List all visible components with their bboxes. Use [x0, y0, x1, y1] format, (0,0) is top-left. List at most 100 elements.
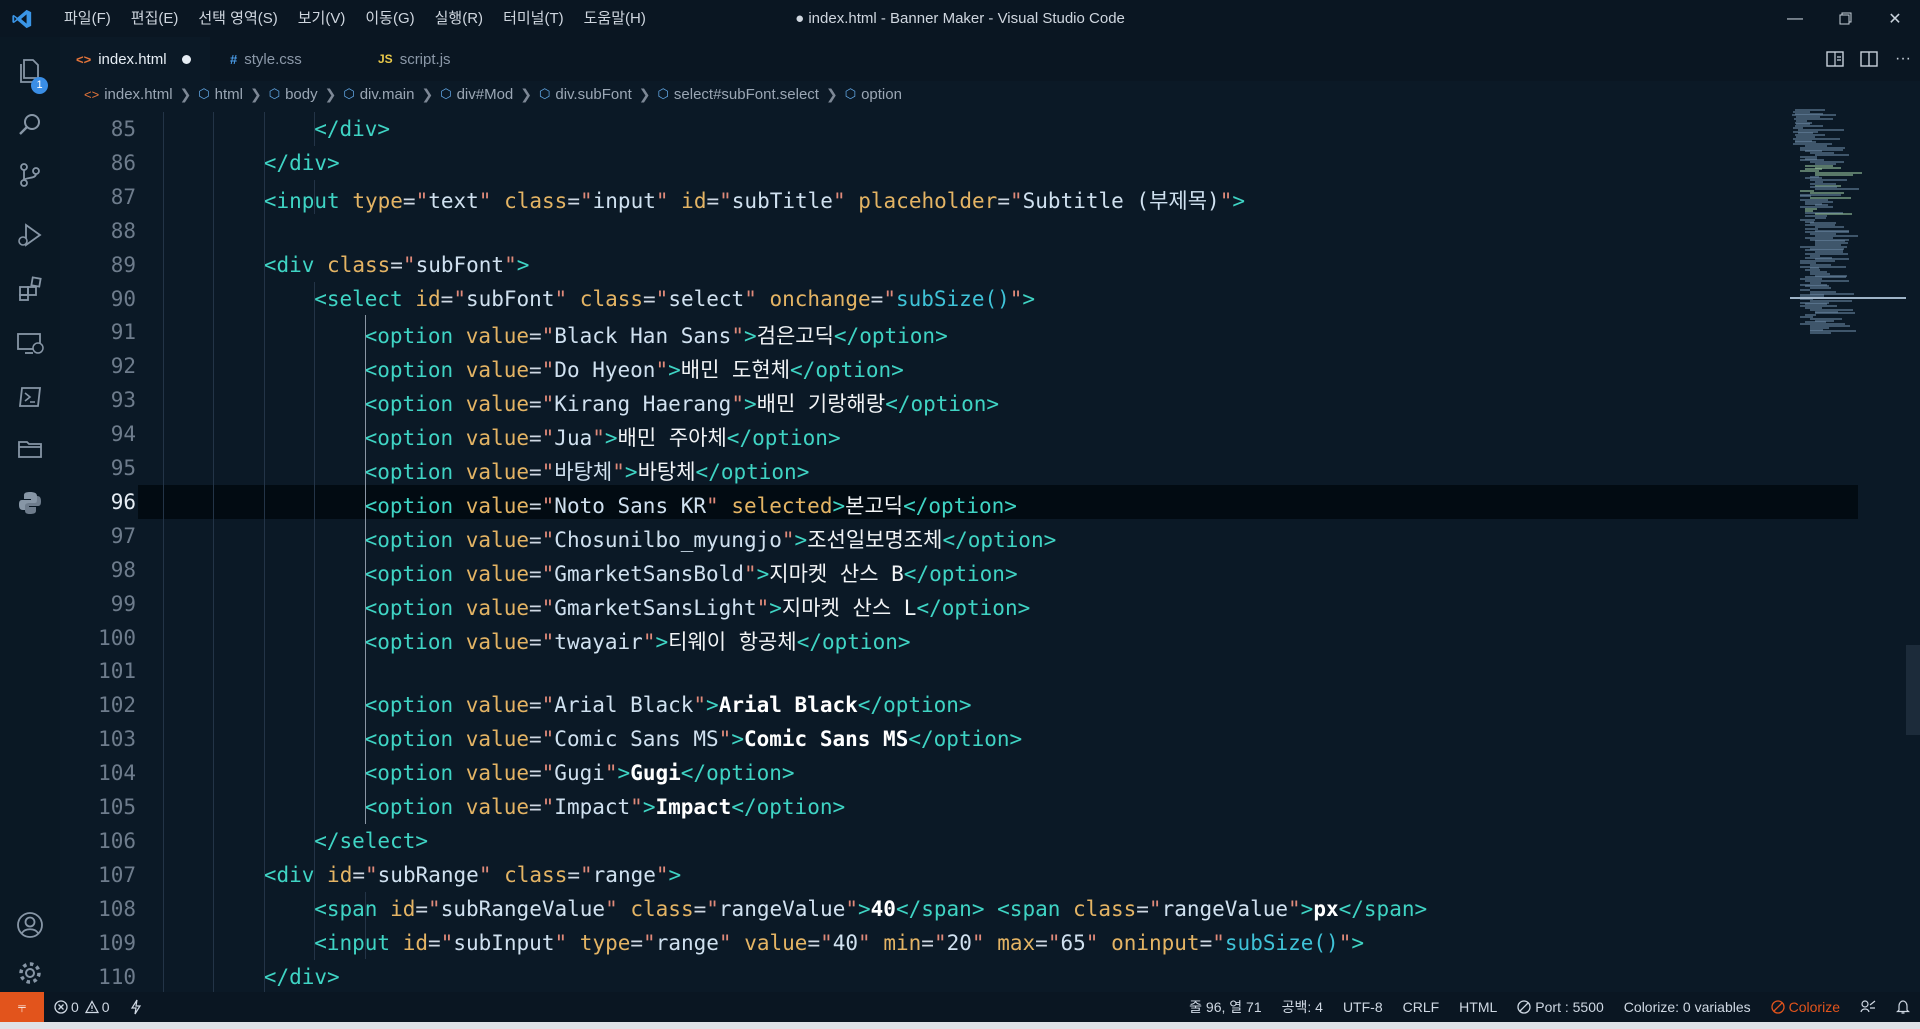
- code-line[interactable]: 101: [60, 654, 1780, 688]
- code-text: </div>: [314, 117, 391, 141]
- close-button[interactable]: ✕: [1870, 0, 1920, 37]
- tab-label: index.html: [98, 51, 167, 68]
- breadcrumb-item[interactable]: ⬡ select#subFont.select: [658, 86, 819, 103]
- accounts-icon[interactable]: [0, 899, 60, 951]
- line-number: 95: [110, 456, 136, 480]
- minimap[interactable]: [1790, 107, 1906, 992]
- menu-run[interactable]: 실행(R): [425, 0, 493, 37]
- notifications-bell-icon[interactable]: [1886, 999, 1920, 1015]
- error-count: 0: [71, 999, 79, 1015]
- remote-explorer-icon[interactable]: [0, 317, 60, 369]
- code-line[interactable]: 100: [60, 621, 1780, 655]
- breadcrumb-item[interactable]: ⬡ div.main: [343, 86, 414, 103]
- end-of-line[interactable]: CRLF: [1393, 999, 1450, 1015]
- code-text: <option value="Impact">Impact</option>: [364, 795, 846, 819]
- chevron-right-icon: ❯: [421, 85, 434, 102]
- line-number: 102: [98, 693, 136, 718]
- explorer-icon[interactable]: 1: [0, 45, 60, 97]
- minimap-viewport[interactable]: [1790, 297, 1906, 299]
- tab-script-js[interactable]: JS script.js: [360, 37, 510, 81]
- breadcrumb-item[interactable]: <> index.html: [84, 86, 173, 103]
- code-text: </div>: [263, 964, 340, 989]
- minimap-line: [1815, 154, 1850, 156]
- encoding[interactable]: UTF-8: [1333, 999, 1393, 1015]
- code-line[interactable]: 104: [60, 756, 1780, 790]
- source-control-icon[interactable]: [0, 149, 60, 201]
- chevron-right-icon: ❯: [520, 85, 532, 102]
- minimap-line: [1810, 332, 1832, 335]
- code-text: </div>: [263, 150, 340, 175]
- code-line[interactable]: 95: [60, 451, 1780, 485]
- restore-button[interactable]: [1820, 0, 1870, 37]
- extensions-icon[interactable]: [0, 263, 60, 315]
- chevron-right-icon: ❯: [638, 85, 651, 102]
- line-number: 105: [98, 795, 136, 819]
- line-number: 94: [110, 422, 136, 447]
- remote-indicator-icon[interactable]: ⫧: [0, 992, 44, 1022]
- open-preview-icon[interactable]: [1818, 42, 1852, 76]
- element-icon: ⬡: [343, 86, 355, 101]
- language-mode[interactable]: HTML: [1449, 999, 1507, 1015]
- breadcrumb-item[interactable]: ⬡ div#Mod: [440, 86, 513, 103]
- indent-guide: [364, 891, 366, 960]
- minimap-line: [1815, 312, 1856, 315]
- line-number: 96: [110, 489, 136, 514]
- menu-help[interactable]: 도움말(H): [574, 0, 656, 37]
- element-icon: ⬡: [268, 86, 281, 101]
- indent-guide: [263, 112, 265, 992]
- code-editor[interactable]: 85 </div> 86 </div> 87 <input type="text" cla…: [60, 112, 1920, 992]
- python-icon[interactable]: [0, 477, 60, 529]
- indentation[interactable]: 공백: 4: [1272, 997, 1333, 1017]
- scrollbar-thumb[interactable]: [1906, 645, 1920, 735]
- breadcrumb-item[interactable]: ⬡ body: [269, 86, 318, 103]
- line-number: 100: [98, 625, 136, 650]
- warning-count: 0: [101, 999, 110, 1015]
- line-number: 103: [98, 727, 136, 752]
- tab-index-html[interactable]: <> index.html: [60, 37, 210, 81]
- line-number: 92: [110, 354, 136, 379]
- code-line[interactable]: 92: [60, 349, 1780, 383]
- folder-icon[interactable]: [0, 423, 60, 475]
- minimize-button[interactable]: —: [1770, 0, 1820, 37]
- menu-terminal[interactable]: 터미널(T): [493, 0, 574, 37]
- colorize-variables[interactable]: Colorize: 0 variables: [1614, 999, 1761, 1015]
- breadcrumb-item[interactable]: ⬡ div.subFont: [539, 86, 632, 103]
- code-line[interactable]: 94: [60, 417, 1780, 451]
- terminal-icon[interactable]: [0, 371, 60, 423]
- line-number: 107: [98, 862, 136, 887]
- live-server-port[interactable]: Port : 5500: [1507, 999, 1614, 1015]
- line-number: 93: [110, 388, 136, 413]
- element-icon: ⬡: [844, 86, 857, 101]
- feedback-icon[interactable]: [1850, 999, 1886, 1015]
- vertical-scrollbar[interactable]: [1906, 107, 1920, 992]
- css-file-icon: #: [230, 51, 238, 67]
- menu-edit[interactable]: 편집(E): [121, 0, 189, 37]
- explorer-badge: 1: [31, 77, 48, 94]
- menu-go[interactable]: 이동(G): [355, 0, 424, 37]
- code-text: <div id="subRange" class="range">: [263, 862, 682, 887]
- chevron-right-icon: ❯: [324, 85, 337, 102]
- problems-indicator[interactable]: 0 0: [44, 999, 120, 1015]
- minimap-line: [1815, 173, 1853, 176]
- search-icon[interactable]: [0, 99, 60, 151]
- cursor-position[interactable]: 줄 96, 열 71: [1179, 997, 1271, 1017]
- tab-style-css[interactable]: # style.css: [210, 37, 360, 81]
- code-text: <option value="Black Han Sans">검은고딕</opt…: [364, 324, 948, 349]
- code-line[interactable]: 88: [60, 214, 1780, 248]
- menu-file[interactable]: 파일(F): [54, 0, 121, 37]
- menu-view[interactable]: 보기(V): [288, 0, 356, 37]
- more-actions-icon[interactable]: ···: [1886, 42, 1920, 76]
- indent-guide: [314, 112, 316, 146]
- code-text: <option value="Chosunilbo_myungjo">조선일보명…: [364, 527, 1057, 552]
- code-text: <option value="Gugi">Gugi</option>: [364, 761, 795, 786]
- status-bar: ⫧ 0 0 줄 96, 열 71 공백: 4 UTF-8 CRLF HTML P…: [0, 992, 1920, 1022]
- menu-selection[interactable]: 선택 영역(S): [188, 0, 287, 37]
- unsaved-dot-icon[interactable]: [181, 55, 191, 64]
- breadcrumb-item[interactable]: ⬡ html: [198, 86, 243, 103]
- split-editor-icon[interactable]: [1852, 42, 1886, 76]
- lightning-icon[interactable]: [120, 999, 152, 1015]
- colorize-toggle[interactable]: Colorize: [1761, 999, 1850, 1015]
- run-debug-icon[interactable]: [0, 209, 60, 261]
- code-line[interactable]: 105: [60, 790, 1780, 824]
- breadcrumb-item[interactable]: ⬡ option: [845, 86, 902, 103]
